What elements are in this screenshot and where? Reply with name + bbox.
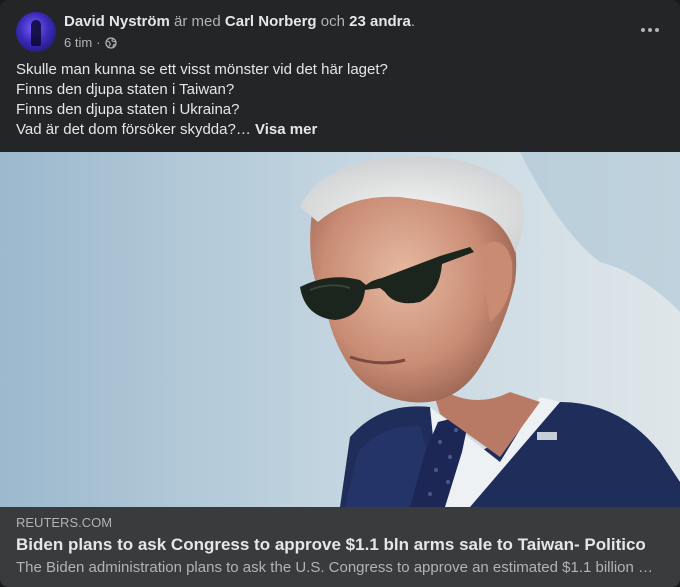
others-link[interactable]: 23 andra: [349, 13, 411, 30]
post-time[interactable]: 6 tim: [64, 35, 92, 50]
post-text-line-last: Vad är det dom försöker skydda?… Visa me…: [16, 120, 656, 140]
post-author-line: David Nyström är med Carl Norberg och 23…: [64, 12, 415, 31]
link-title: Biden plans to ask Congress to approve $…: [16, 535, 646, 554]
tagged-name[interactable]: Carl Norberg: [225, 13, 317, 30]
separator: ·: [96, 35, 101, 50]
link-description: The Biden administration plans to ask th…: [16, 559, 654, 576]
period: .: [410, 13, 415, 30]
link-preview-image[interactable]: [0, 152, 680, 507]
link-preview[interactable]: REUTERS.COM Biden plans to ask Congress …: [0, 507, 680, 587]
post-meta: 6 tim ·: [64, 35, 117, 50]
with-text: är med: [174, 13, 221, 30]
photo-illustration: [0, 152, 680, 507]
post-text-line: Finns den djupa staten i Taiwan?: [16, 81, 235, 98]
author-name[interactable]: David Nyström: [64, 13, 170, 30]
more-options-button[interactable]: [636, 18, 664, 42]
feed-post: David Nyström är med Carl Norberg och 23…: [0, 0, 680, 587]
post-header: David Nyström är med Carl Norberg och 23…: [0, 0, 680, 56]
post-text: Skulle man kunna se ett visst mönster vi…: [16, 60, 656, 140]
post-text-line: Vad är det dom försöker skydda?…: [16, 121, 251, 138]
and-text: och: [320, 13, 345, 30]
avatar[interactable]: [16, 12, 56, 52]
post-text-line: Skulle man kunna se ett visst mönster vi…: [16, 61, 388, 78]
see-more-link[interactable]: Visa mer: [255, 121, 317, 138]
more-icon: [641, 28, 645, 32]
globe-icon: [104, 36, 117, 49]
link-domain: REUTERS.COM: [16, 515, 113, 530]
post-text-line: Finns den djupa staten i Ukraina?: [16, 101, 240, 118]
